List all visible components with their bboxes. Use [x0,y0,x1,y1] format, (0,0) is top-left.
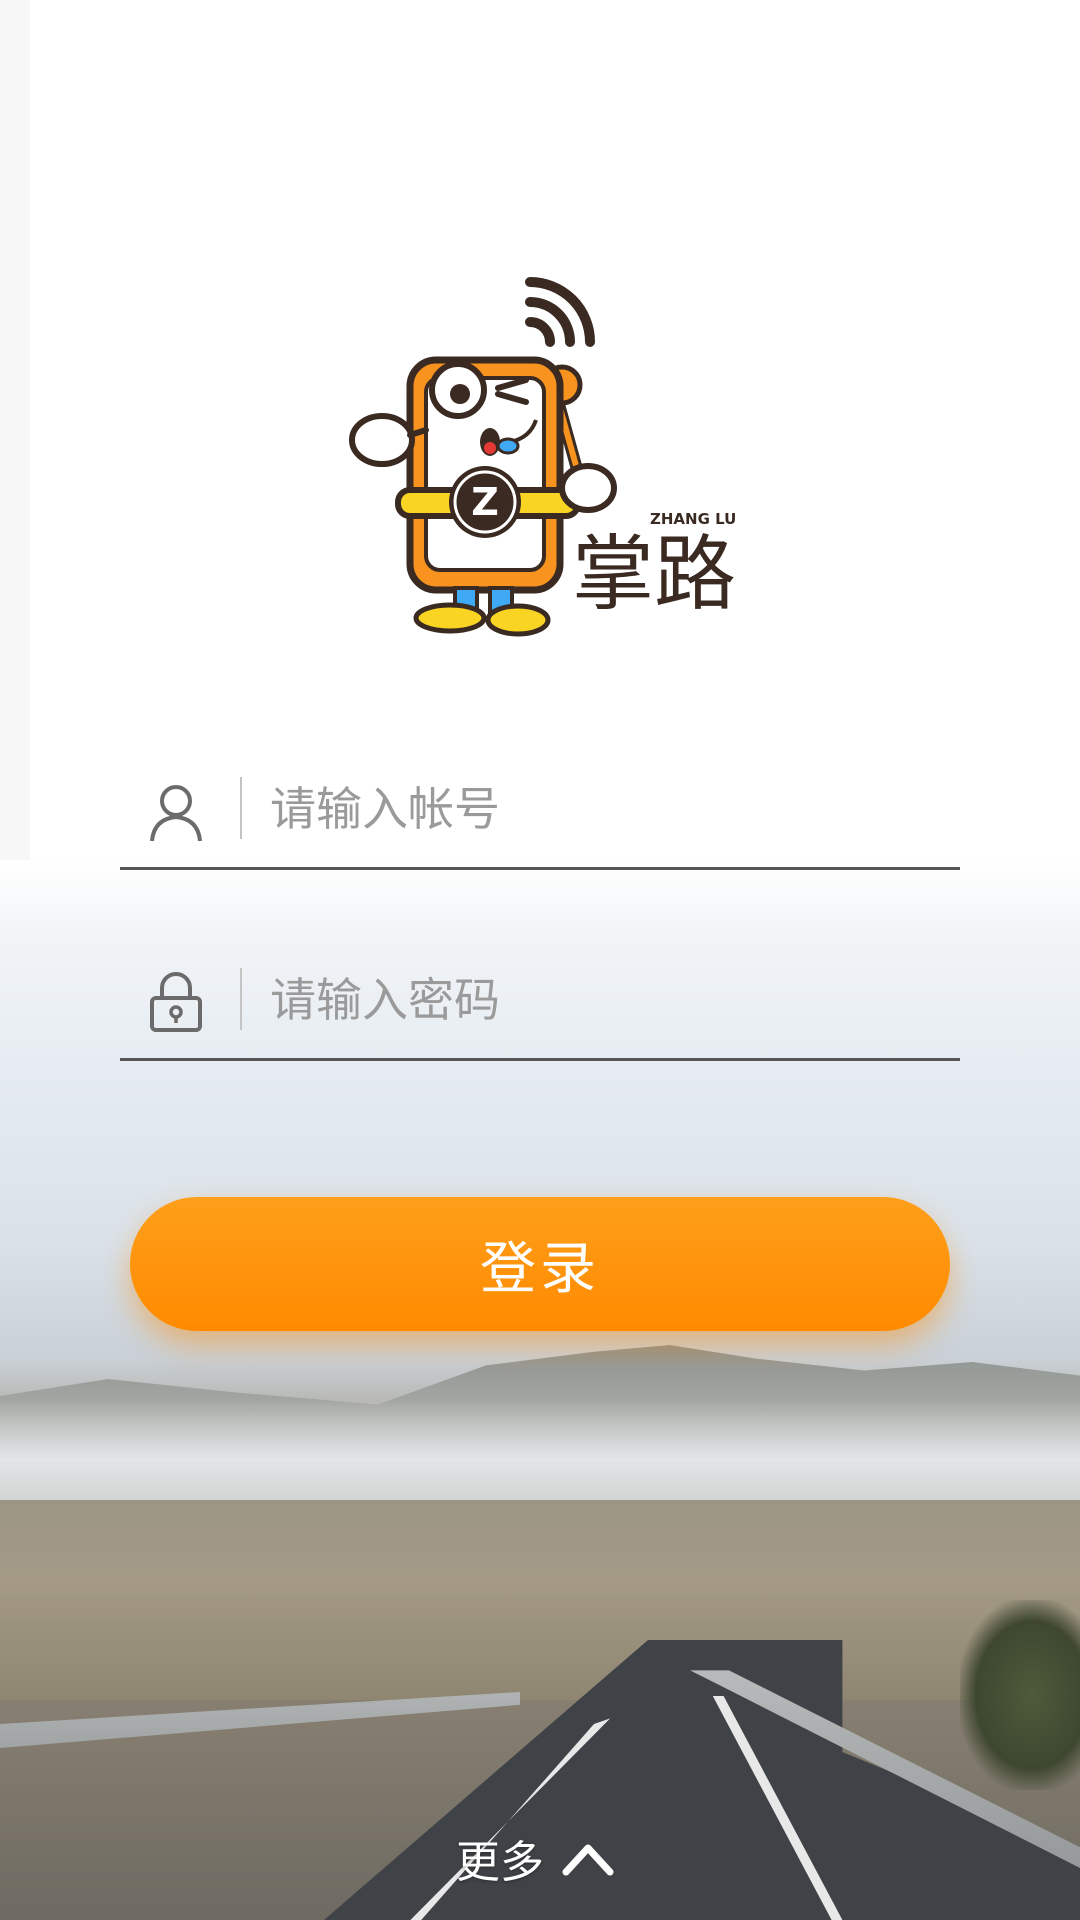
user-icon [148,779,204,843]
more-label: 更多 [456,1837,544,1888]
account-field-divider [240,777,242,839]
background-field [0,1500,1080,1700]
account-input[interactable] [270,769,930,849]
more-toggle[interactable]: 更多 [456,1826,616,1890]
left-edge-strip [0,0,30,860]
roadside-bush [960,1600,1080,1790]
logo-brand-name: 掌路 [572,527,736,622]
app-logo: Z ZHANG LU 掌路 [340,270,740,640]
password-field-divider [240,968,242,1030]
login-screen: Z ZHANG LU 掌路 请输入帐号 登录 更多 [0,0,1080,1920]
logo-brand-latin: ZHANG LU [650,510,736,528]
account-field-row [120,757,960,870]
password-field-row [120,948,960,1061]
logo-badge-letter: Z [471,480,499,524]
chevron-up-icon [560,1838,616,1878]
mascot-logo-graphic: Z ZHANG LU 掌路 [349,277,736,637]
login-button[interactable]: 登录 [130,1197,950,1331]
password-input[interactable] [270,960,930,1040]
lock-icon [148,970,204,1034]
